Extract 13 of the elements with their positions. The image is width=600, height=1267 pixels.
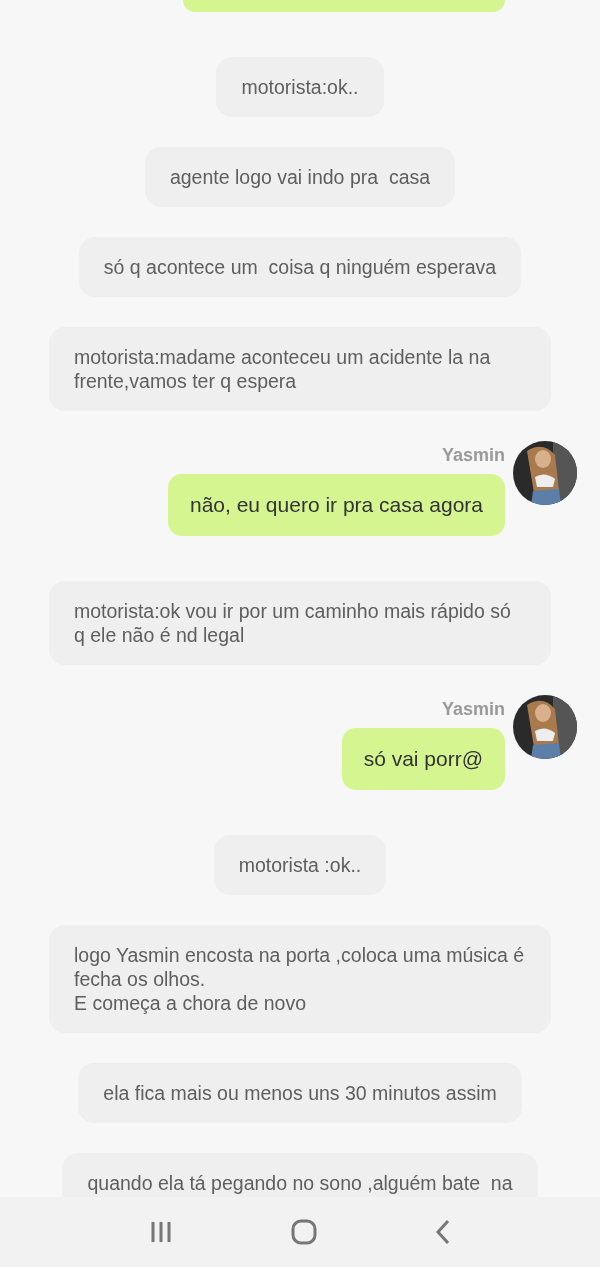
narration-bubble: motorista:ok vou ir por um caminho mais rápido só q ele não é nd legal (49, 581, 551, 665)
message-bubble: só vai porr@ (341, 728, 505, 790)
narration-bubble: motorista:madame aconteceu um acidente la na frente,vamos ter q espera (49, 327, 551, 411)
narration-bubble: só q acontece um coisa q ninguém esperava (78, 237, 522, 297)
sender-name: Yasmin (441, 445, 505, 466)
narration-bubble: motorista:ok.. (216, 57, 384, 117)
message-bubble: não, eu quero ir pra casa agora (167, 474, 505, 536)
narration-bubble: ela fica mais ou menos uns 30 minutos assim (78, 1063, 522, 1123)
narration-bubble: agente logo vai indo pra casa (144, 147, 456, 207)
narration-bubble: motorista :ok.. (213, 835, 387, 895)
narration-bubble: logo Yasmin encosta na porta ,coloca uma música é fecha os olhos. E começa a chora de novo (49, 925, 551, 1033)
narration-bubble: quando ela tá pegando no sono ,alguém bate na (62, 1153, 538, 1197)
sender-name: Yasmin (441, 699, 505, 720)
